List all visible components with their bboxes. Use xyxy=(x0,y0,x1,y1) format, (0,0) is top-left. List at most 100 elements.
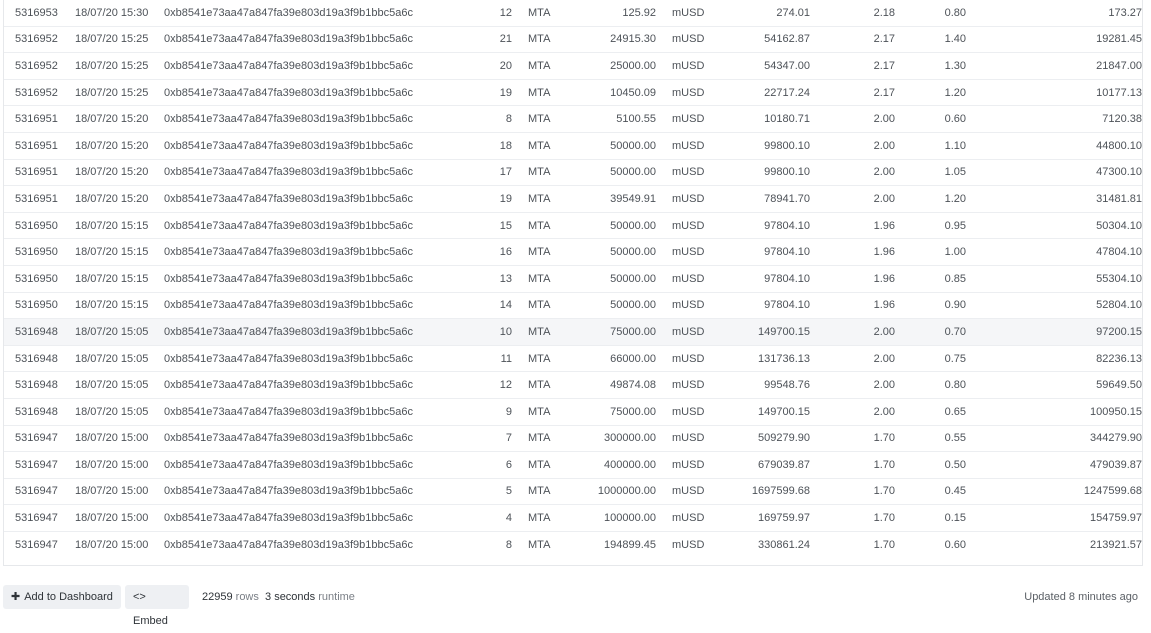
cell-amount: 66000.00 xyxy=(554,345,656,373)
results-table: 5316953 18/07/20 15:30 0xb8541e73aa47a847f… xyxy=(4,0,1142,557)
cell-quote-token: mUSD xyxy=(656,105,704,133)
cell-index: 8 xyxy=(464,105,512,133)
cell-index: 13 xyxy=(464,265,512,293)
cell-quote-token: mUSD xyxy=(656,52,704,80)
cell-usd-value: 679039.87 xyxy=(704,451,810,479)
cell-net-value: 59649.50 xyxy=(966,371,1142,399)
cell-usd-value: 1697599.68 xyxy=(704,478,810,506)
cell-rate: 1.10 xyxy=(895,132,966,160)
cell-time: 18/07/20 15:20 xyxy=(75,159,164,187)
cell-token: MTA xyxy=(512,185,554,213)
cell-price: 2.17 xyxy=(810,26,895,54)
cell-amount: 194899.45 xyxy=(604,538,656,551)
runtime-suffix: runtime xyxy=(318,591,355,603)
cell-price: 2.17 xyxy=(810,79,895,107)
cell-time: 18/07/20 15:05 xyxy=(75,318,164,346)
cell-quote-token: mUSD xyxy=(656,504,704,532)
table-body: 5316953 18/07/20 15:30 0xb8541e73aa47a847f… xyxy=(4,0,1142,557)
cell-net-value: 19281.45 xyxy=(966,26,1142,54)
cell-block: 5316952 xyxy=(4,79,75,107)
table-row: 5316947 18/07/20 15:00 0xb8541e73aa47a847f… xyxy=(4,531,1142,557)
cell-time: 18/07/20 15:25 xyxy=(75,52,164,80)
cell-price: 2.00 xyxy=(810,159,895,187)
embed-button[interactable]: <> Embed xyxy=(125,585,189,627)
cell-time: 18/07/20 15:25 xyxy=(75,26,164,54)
cell-price: 1.96 xyxy=(810,238,895,266)
cell-block: 5316951 xyxy=(4,132,75,160)
cell-token: MTA xyxy=(512,52,554,80)
cell-net-value: 479039.87 xyxy=(966,451,1142,479)
table-row: 5316952 18/07/20 15:25 0xb8541e73aa47a847f… xyxy=(4,79,1142,107)
cell-address: 0xb8541e73aa47a847fa39e803d19a3f9b1bbc5a… xyxy=(164,345,464,373)
cell-index: 4 xyxy=(464,504,512,532)
cell-usd-value: 330861.24 xyxy=(758,538,810,551)
cell-token: MTA xyxy=(512,212,554,240)
cell-amount: 50000.00 xyxy=(554,159,656,187)
cell-rate: 1.30 xyxy=(895,52,966,80)
cell-block: 5316950 xyxy=(4,265,75,293)
cell-quote-token: mUSD xyxy=(656,318,704,346)
cell-rate: 0.80 xyxy=(895,371,966,399)
table-row: 5316947 18/07/20 15:00 0xb8541e73aa47a847f… xyxy=(4,451,1142,479)
cell-usd-value: 99800.10 xyxy=(704,132,810,160)
cell-net-value: 7120.38 xyxy=(966,105,1142,133)
cell-time: 18/07/20 15:20 xyxy=(75,185,164,213)
cell-token: MTA xyxy=(512,345,554,373)
plus-icon: ✚ xyxy=(11,591,21,603)
cell-net-value: 213921.57 xyxy=(1090,538,1142,551)
cell-quote-token: mUSD xyxy=(656,0,704,27)
cell-address: 0xb8541e73aa47a847fa39e803d19a3f9b1bbc5a… xyxy=(164,105,464,133)
cell-token: MTA xyxy=(512,504,554,532)
cell-price: 2.00 xyxy=(810,398,895,426)
cell-time: 18/07/20 15:00 xyxy=(75,425,164,453)
cell-amount: 300000.00 xyxy=(554,425,656,453)
cell-rate: 1.05 xyxy=(895,159,966,187)
cell-amount: 49874.08 xyxy=(554,371,656,399)
cell-amount: 5100.55 xyxy=(554,105,656,133)
cell-token: MTA xyxy=(512,26,554,54)
cell-address: 0xb8541e73aa47a847fa39e803d19a3f9b1bbc5a… xyxy=(164,79,464,107)
cell-rate: 0.50 xyxy=(895,451,966,479)
cell-price: 2.18 xyxy=(810,0,895,27)
cell-quote-token: mUSD xyxy=(656,159,704,187)
cell-block: 5316952 xyxy=(4,26,75,54)
cell-index: 7 xyxy=(464,425,512,453)
cell-quote-token: mUSD xyxy=(656,265,704,293)
cell-amount: 400000.00 xyxy=(554,451,656,479)
cell-time: 18/07/20 15:05 xyxy=(75,345,164,373)
cell-address: 0xb8541e73aa47a847fa39e803d19a3f9b1bbc5a… xyxy=(164,451,464,479)
cell-amount: 50000.00 xyxy=(554,292,656,320)
cell-price: 2.00 xyxy=(810,185,895,213)
cell-amount: 75000.00 xyxy=(554,318,656,346)
add-to-dashboard-button[interactable]: ✚ Add to Dashboard xyxy=(3,585,121,609)
cell-time: 18/07/20 15:05 xyxy=(75,371,164,399)
code-icon: <> xyxy=(133,591,146,603)
cell-quote-token: mUSD xyxy=(656,398,704,426)
cell-index: 19 xyxy=(464,185,512,213)
cell-token: MTA xyxy=(512,0,554,27)
cell-index: 19 xyxy=(464,79,512,107)
cell-address: 0xb8541e73aa47a847fa39e803d19a3f9b1bbc5a… xyxy=(164,504,464,532)
cell-index: 17 xyxy=(464,159,512,187)
cell-block: 5316950 xyxy=(4,212,75,240)
cell-rate: 0.95 xyxy=(895,212,966,240)
cell-usd-value: 99800.10 xyxy=(704,159,810,187)
cell-usd-value: 54347.00 xyxy=(704,52,810,80)
cell-index: 9 xyxy=(464,398,512,426)
cell-rate: 0.75 xyxy=(895,345,966,373)
cell-net-value: 55304.10 xyxy=(966,265,1142,293)
cell-net-value: 154759.97 xyxy=(966,504,1142,532)
cell-rate: 0.80 xyxy=(895,0,966,27)
cell-index: 15 xyxy=(464,212,512,240)
cell-block: 5316947 xyxy=(4,478,75,506)
cell-amount: 75000.00 xyxy=(554,398,656,426)
cell-usd-value: 22717.24 xyxy=(704,79,810,107)
cell-quote-token: mUSD xyxy=(672,538,705,551)
cell-block: 5316951 xyxy=(4,105,75,133)
table-row: 5316947 18/07/20 15:00 0xb8541e73aa47a847f… xyxy=(4,504,1142,532)
cell-index: 16 xyxy=(464,238,512,266)
cell-price: 1.70 xyxy=(810,504,895,532)
cell-block: 5316947 xyxy=(4,504,75,532)
table-row: 5316948 18/07/20 15:05 0xb8541e73aa47a847f… xyxy=(4,398,1142,426)
cell-net-value: 47804.10 xyxy=(966,238,1142,266)
